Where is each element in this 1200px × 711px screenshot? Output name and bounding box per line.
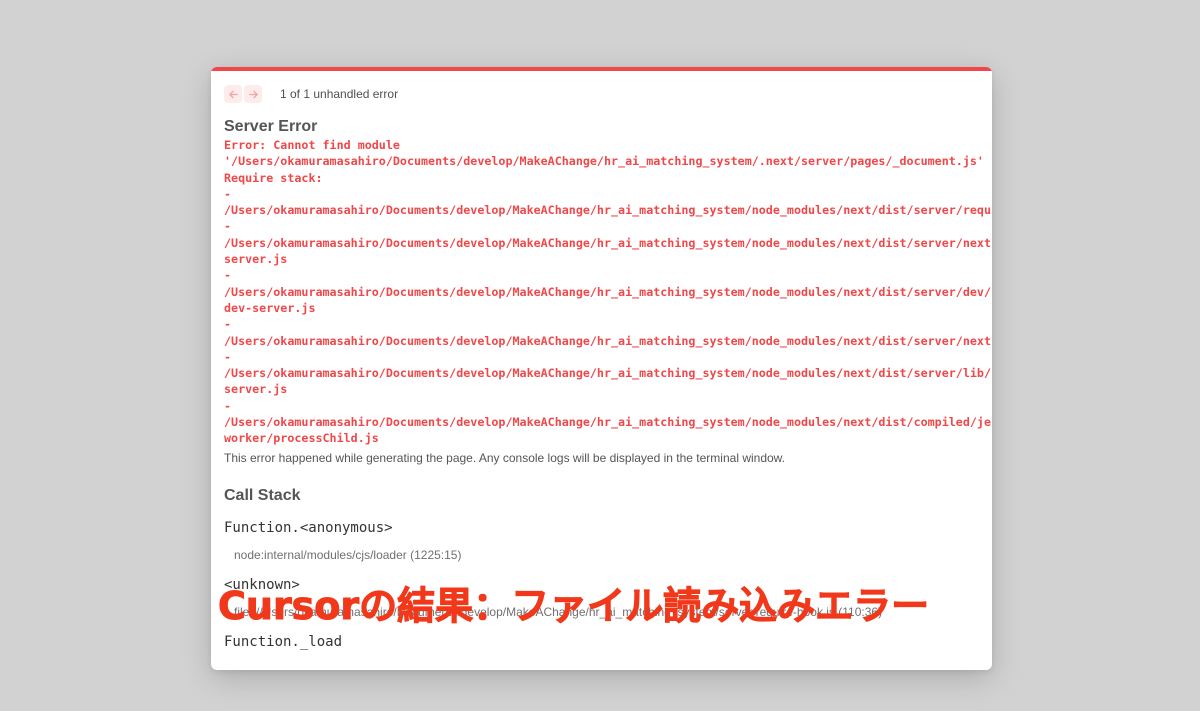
frame-function-name: Function.<anonymous> — [224, 519, 393, 536]
error-message-line: Require stack: — [224, 170, 323, 185]
error-message-line: server.js — [224, 382, 288, 397]
error-message-line: /Users/okamuramasahiro/Documents/develop… — [224, 203, 992, 218]
error-info-text: This error happened while generating the… — [224, 450, 786, 465]
call-stack-title: Call Stack — [224, 486, 301, 504]
error-message-line: /Users/okamuramasahiro/Documents/develop… — [224, 415, 992, 430]
next-error-button[interactable] — [244, 85, 262, 103]
arrow-left-icon — [228, 89, 239, 100]
error-message-line: server.js — [224, 252, 288, 267]
error-message-line: - — [224, 317, 232, 332]
error-message-line: - — [224, 398, 232, 413]
error-dialog: 1 of 1 unhandled error Server Error Erro… — [211, 67, 992, 670]
error-message: Error: Cannot find module '/Users/okamura… — [224, 137, 992, 447]
dialog-top-accent — [211, 67, 992, 71]
frame-location[interactable]: node:internal/modules/cjs/loader (1225:1… — [234, 547, 974, 563]
previous-error-button[interactable] — [224, 85, 242, 103]
error-message-line: '/Users/okamuramasahiro/Documents/develo… — [224, 154, 984, 169]
error-message-line: dev-server.js — [224, 300, 316, 315]
error-message-line: Error: Cannot find module — [224, 138, 400, 152]
error-message-line: - — [224, 186, 232, 201]
call-stack-frame[interactable]: Function._load — [224, 633, 992, 651]
error-message-line: - — [224, 219, 232, 234]
error-navigation: 1 of 1 unhandled error — [224, 83, 992, 105]
error-message-line: worker/processChild.js — [224, 431, 379, 446]
error-message-line: /Users/okamuramasahiro/Documents/develop… — [224, 284, 992, 299]
frame-function-name: Function._load — [224, 633, 343, 650]
call-stack-frame[interactable]: Function.<anonymous> node:internal/module… — [224, 519, 992, 563]
error-message-line: /Users/okamuramasahiro/Documents/develop… — [224, 366, 992, 381]
error-message-line: /Users/okamuramasahiro/Documents/develop… — [224, 235, 992, 250]
error-message-line: - — [224, 349, 232, 364]
error-count-label: 1 of 1 unhandled error — [280, 87, 399, 101]
server-error-title: Server Error — [224, 118, 318, 135]
error-message-line: - — [224, 268, 232, 283]
arrow-right-icon — [248, 89, 259, 100]
overlay-caption: Cursorの結果：ファイル読み込みエラー — [217, 584, 930, 629]
error-message-line: /Users/okamuramasahiro/Documents/develop… — [224, 333, 992, 348]
